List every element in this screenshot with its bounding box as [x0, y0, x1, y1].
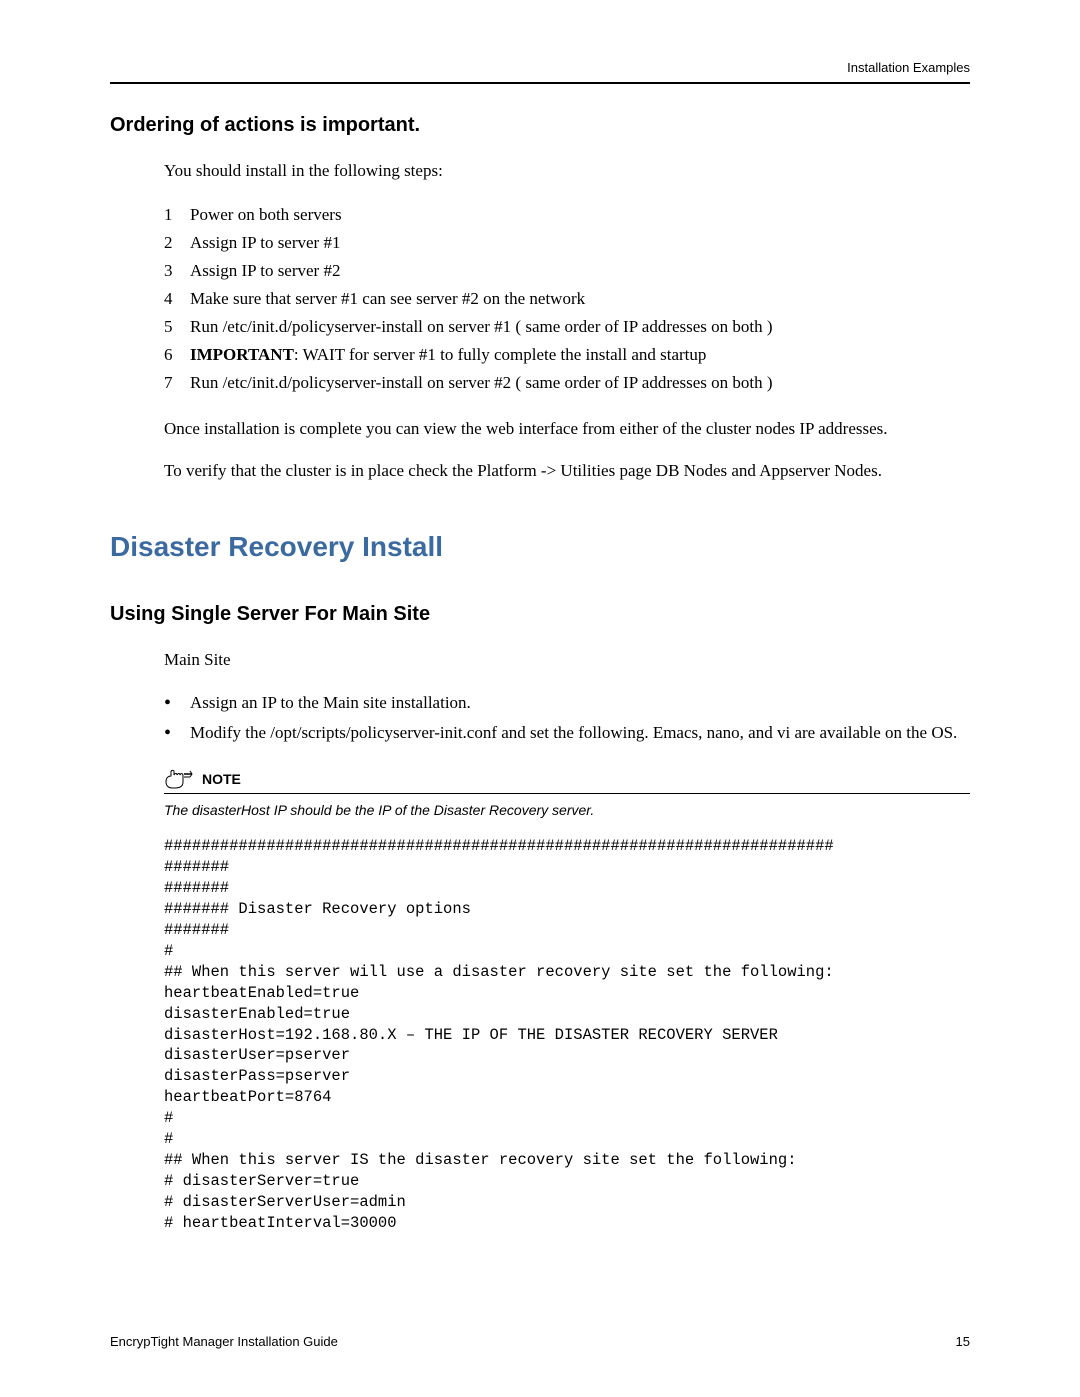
step-number: 4	[164, 285, 190, 313]
note-header: NOTE	[164, 768, 970, 794]
step-number: 7	[164, 369, 190, 397]
step-number: 6	[164, 341, 190, 369]
bullet-text: Assign an IP to the Main site installati…	[190, 690, 970, 716]
bullet-text: Modify the /opt/scripts/policyserver-ini…	[190, 720, 970, 746]
main-site-label: Main Site	[164, 648, 970, 672]
list-item: 6IMPORTANT: WAIT for server #1 to fully …	[164, 341, 970, 369]
intro-paragraph: You should install in the following step…	[164, 159, 970, 183]
step-number: 2	[164, 229, 190, 257]
list-item: 2Assign IP to server #1	[164, 229, 970, 257]
page-footer: EncrypTight Manager Installation Guide 1…	[110, 1334, 970, 1349]
list-item: 7Run /etc/init.d/policyserver-install on…	[164, 369, 970, 397]
list-item: 4Make sure that server #1 can see server…	[164, 285, 970, 313]
config-code-block: ########################################…	[164, 836, 970, 1234]
important-label: IMPORTANT	[190, 345, 294, 364]
bullet-icon: •	[164, 690, 190, 716]
install-steps-list: 1Power on both servers 2Assign IP to ser…	[164, 201, 970, 397]
step-text: Run /etc/init.d/policyserver-install on …	[190, 313, 970, 341]
section-heading-disaster-recovery: Disaster Recovery Install	[110, 531, 970, 563]
section-heading-ordering: Ordering of actions is important.	[110, 114, 970, 137]
list-item: •Modify the /opt/scripts/policyserver-in…	[164, 720, 970, 746]
list-item: 5Run /etc/init.d/policyserver-install on…	[164, 313, 970, 341]
step-number: 3	[164, 257, 190, 285]
list-item: 1Power on both servers	[164, 201, 970, 229]
step-text: Make sure that server #1 can see server …	[190, 285, 970, 313]
page-number: 15	[956, 1334, 970, 1349]
step-text: Assign IP to server #1	[190, 229, 970, 257]
note-hand-icon	[164, 768, 194, 790]
bullet-icon: •	[164, 720, 190, 746]
step-number: 5	[164, 313, 190, 341]
step-number: 1	[164, 201, 190, 229]
note-text: The disasterHost IP should be the IP of …	[164, 802, 970, 818]
header-rule	[110, 82, 970, 84]
post-install-paragraph: Once installation is complete you can vi…	[164, 417, 970, 441]
header-section-label: Installation Examples	[847, 60, 970, 75]
step-text: Assign IP to server #2	[190, 257, 970, 285]
step-text-tail: : WAIT for server #1 to fully complete t…	[294, 345, 706, 364]
note-label: NOTE	[202, 771, 241, 787]
verify-paragraph: To verify that the cluster is in place c…	[164, 459, 970, 483]
list-item: •Assign an IP to the Main site installat…	[164, 690, 970, 716]
subsection-heading-single-server: Using Single Server For Main Site	[110, 603, 970, 626]
step-text: Power on both servers	[190, 201, 970, 229]
main-site-bullets: •Assign an IP to the Main site installat…	[164, 690, 970, 747]
list-item: 3Assign IP to server #2	[164, 257, 970, 285]
step-text: Run /etc/init.d/policyserver-install on …	[190, 369, 970, 397]
footer-title: EncrypTight Manager Installation Guide	[110, 1334, 338, 1349]
step-text: IMPORTANT: WAIT for server #1 to fully c…	[190, 341, 970, 369]
note-block: NOTE The disasterHost IP should be the I…	[164, 768, 970, 818]
